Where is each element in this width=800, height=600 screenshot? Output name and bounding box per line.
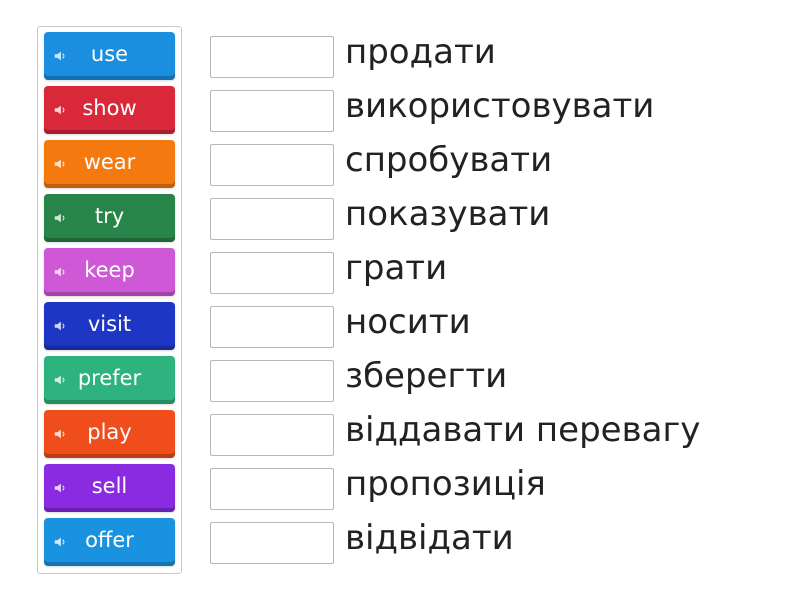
answer-slot[interactable] [210, 90, 334, 132]
speaker-icon[interactable] [53, 103, 67, 117]
word-tile-visit[interactable]: visit [44, 302, 175, 350]
answer-slot[interactable] [210, 36, 334, 78]
target-word: показувати [345, 194, 551, 234]
word-tile-label: use [90, 42, 129, 66]
target-word: віддавати перевагу [345, 410, 701, 450]
speaker-icon[interactable] [53, 427, 67, 441]
speaker-icon[interactable] [53, 535, 67, 549]
answer-slot[interactable] [210, 306, 334, 348]
speaker-icon[interactable] [53, 211, 67, 225]
word-tile-wear[interactable]: wear [44, 140, 175, 188]
word-tile-label: keep [84, 258, 135, 282]
word-tile-label: show [82, 96, 137, 120]
word-tile-label: play [87, 420, 132, 444]
target-word: грати [345, 248, 448, 288]
word-tile-label: wear [83, 150, 136, 174]
answer-slot[interactable] [210, 522, 334, 564]
word-tile-label: offer [85, 528, 134, 552]
target-word: використовувати [345, 86, 655, 126]
answer-slot[interactable] [210, 144, 334, 186]
word-tile-keep[interactable]: keep [44, 248, 175, 296]
word-bank: use show wear try keep visit prefer play sell off… [37, 26, 182, 574]
speaker-icon[interactable] [53, 157, 67, 171]
answer-slot[interactable] [210, 360, 334, 402]
word-tile-show[interactable]: show [44, 86, 175, 134]
word-tile-label: try [94, 204, 125, 228]
target-word: зберегти [345, 356, 508, 396]
word-tile-play[interactable]: play [44, 410, 175, 458]
answer-slot[interactable] [210, 252, 334, 294]
word-tile-offer[interactable]: offer [44, 518, 175, 566]
speaker-icon[interactable] [53, 265, 67, 279]
word-tile-try[interactable]: try [44, 194, 175, 242]
speaker-icon[interactable] [53, 319, 67, 333]
speaker-icon[interactable] [53, 49, 67, 63]
target-word: продати [345, 32, 496, 72]
word-tile-label: prefer [77, 366, 142, 390]
target-word: пропозиція [345, 464, 546, 504]
word-tile-prefer[interactable]: prefer [44, 356, 175, 404]
match-up-activity: use show wear try keep visit prefer play sell off… [0, 0, 800, 600]
answer-slot[interactable] [210, 414, 334, 456]
target-word: носити [345, 302, 471, 342]
speaker-icon[interactable] [53, 373, 67, 387]
target-word: спробувати [345, 140, 553, 180]
word-tile-label: sell [91, 474, 128, 498]
word-tile-use[interactable]: use [44, 32, 175, 80]
word-tile-label: visit [87, 312, 132, 336]
answer-slot[interactable] [210, 198, 334, 240]
word-tile-sell[interactable]: sell [44, 464, 175, 512]
answer-slot[interactable] [210, 468, 334, 510]
target-word: відвідати [345, 518, 514, 558]
speaker-icon[interactable] [53, 481, 67, 495]
